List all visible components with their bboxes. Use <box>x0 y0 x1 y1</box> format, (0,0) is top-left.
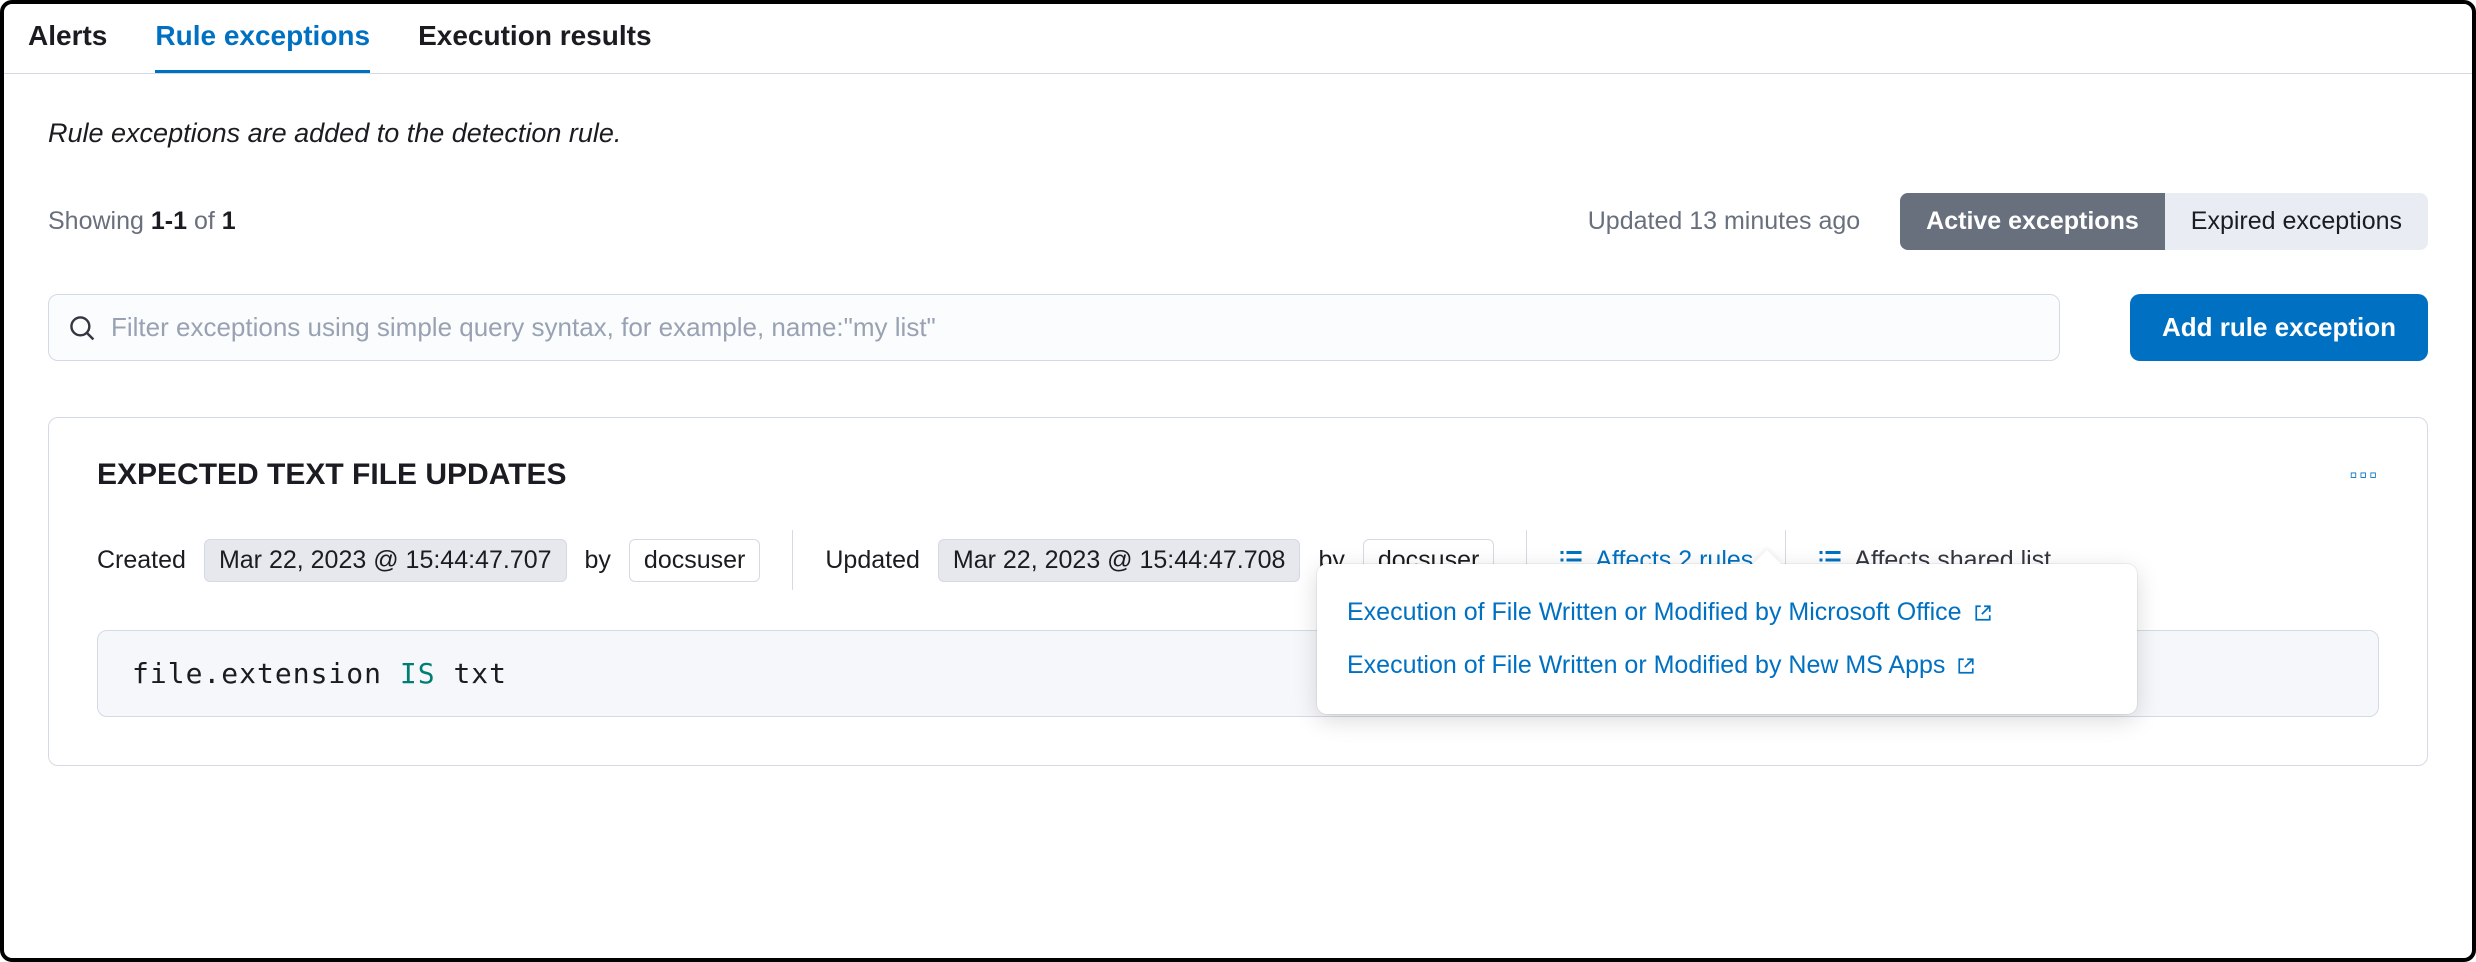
external-link-icon <box>1974 604 1992 622</box>
created-time-badge: Mar 22, 2023 @ 15:44:47.707 <box>204 539 567 582</box>
updated-time-badge: Mar 22, 2023 @ 15:44:47.708 <box>938 539 1301 582</box>
expired-exceptions-toggle[interactable]: Expired exceptions <box>2165 193 2428 250</box>
search-icon <box>69 315 95 341</box>
active-exceptions-toggle[interactable]: Active exceptions <box>1900 193 2165 250</box>
created-by-badge: docsuser <box>629 539 760 582</box>
created-label: Created <box>97 546 186 575</box>
search-container <box>48 294 2060 361</box>
updated-label: Updated <box>825 546 920 575</box>
tab-rule-exceptions[interactable]: Rule exceptions <box>155 20 370 73</box>
exception-filter-toggle: Active exceptions Expired exceptions <box>1900 193 2428 250</box>
created-by-label: by <box>585 546 611 575</box>
popover-rule-link[interactable]: Execution of File Written or Modified by… <box>1347 586 2107 639</box>
showing-count: Showing 1-1 of 1 <box>48 207 236 236</box>
more-actions-icon[interactable]: ▫▫▫ <box>2350 462 2379 488</box>
updated-ago: Updated 13 minutes ago <box>1588 207 1860 236</box>
exception-title: EXPECTED TEXT FILE UPDATES <box>97 458 567 492</box>
tab-bar: Alerts Rule exceptions Execution results <box>4 4 2472 74</box>
search-input[interactable] <box>111 312 2039 343</box>
external-link-icon <box>1957 657 1975 675</box>
page-description: Rule exceptions are added to the detecti… <box>48 118 2428 149</box>
add-rule-exception-button[interactable]: Add rule exception <box>2130 294 2428 361</box>
divider <box>792 530 793 590</box>
tab-alerts[interactable]: Alerts <box>28 20 107 73</box>
affects-rules-popover: Execution of File Written or Modified by… <box>1317 564 2137 714</box>
toolbar: Showing 1-1 of 1 Updated 13 minutes ago … <box>48 193 2428 250</box>
popover-rule-link[interactable]: Execution of File Written or Modified by… <box>1347 639 2107 692</box>
exception-card: EXPECTED TEXT FILE UPDATES ▫▫▫ Created M… <box>48 417 2428 766</box>
tab-execution-results[interactable]: Execution results <box>418 20 651 73</box>
